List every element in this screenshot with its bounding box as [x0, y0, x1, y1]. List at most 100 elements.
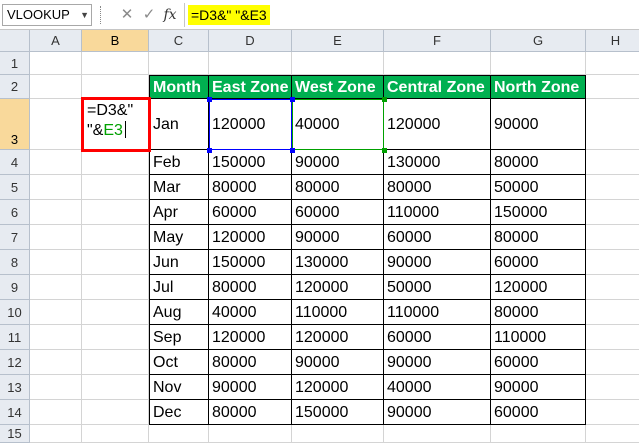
table-header-cell[interactable]: Central Zone	[384, 75, 491, 99]
row-header-2[interactable]: 2	[0, 75, 30, 99]
table-header-cell[interactable]: Month	[149, 75, 209, 99]
reference-resize-handle[interactable]	[207, 97, 212, 102]
table-cell[interactable]: 60000	[384, 325, 491, 350]
cell-a5[interactable]	[30, 175, 82, 200]
reference-resize-handle[interactable]	[290, 97, 295, 102]
cell-b10[interactable]	[82, 300, 149, 325]
table-cell[interactable]: 110000	[384, 200, 491, 225]
cancel-icon[interactable]: ✕	[118, 4, 136, 26]
cell-a11[interactable]	[30, 325, 82, 350]
cell-a6[interactable]	[30, 200, 82, 225]
cell-b11[interactable]	[82, 325, 149, 350]
cell-a7[interactable]	[30, 225, 82, 250]
cell-a14[interactable]	[30, 400, 82, 425]
cell-a4[interactable]	[30, 150, 82, 175]
table-cell[interactable]: 150000	[292, 400, 384, 425]
cell-a15[interactable]	[30, 425, 82, 443]
table-cell[interactable]: 120000	[384, 99, 491, 150]
table-header-cell[interactable]: East Zone	[209, 75, 292, 99]
cell-b5[interactable]	[82, 175, 149, 200]
cell-b4[interactable]	[82, 150, 149, 175]
table-cell[interactable]: 120000	[292, 375, 384, 400]
table-cell[interactable]: 120000	[292, 325, 384, 350]
cell-h9[interactable]	[586, 275, 639, 300]
table-header-cell[interactable]: West Zone	[292, 75, 384, 99]
table-cell[interactable]: Jun	[149, 250, 209, 275]
cell-d15[interactable]	[209, 425, 292, 443]
table-cell[interactable]: 120000	[209, 325, 292, 350]
table-header-cell[interactable]: North Zone	[491, 75, 586, 99]
row-header-7[interactable]: 7	[0, 225, 30, 250]
table-cell[interactable]: 80000	[491, 300, 586, 325]
table-cell[interactable]: 90000	[384, 400, 491, 425]
cell-g15[interactable]	[491, 425, 586, 443]
cell-h14[interactable]	[586, 400, 639, 425]
column-header-c[interactable]: C	[149, 30, 209, 52]
table-cell[interactable]: 120000	[292, 275, 384, 300]
table-cell[interactable]: 50000	[384, 275, 491, 300]
cell-a2[interactable]	[30, 75, 82, 99]
table-cell[interactable]: 110000	[384, 300, 491, 325]
cell-e1[interactable]	[292, 52, 384, 75]
cell-b6[interactable]	[82, 200, 149, 225]
table-cell[interactable]: Aug	[149, 300, 209, 325]
row-header-11[interactable]: 11	[0, 325, 30, 350]
row-header-13[interactable]: 13	[0, 375, 30, 400]
cell-b1[interactable]	[82, 52, 149, 75]
column-header-a[interactable]: A	[30, 30, 82, 52]
cell-h13[interactable]	[586, 375, 639, 400]
cell-h6[interactable]	[586, 200, 639, 225]
column-header-f[interactable]: F	[384, 30, 491, 52]
cell-h7[interactable]	[586, 225, 639, 250]
table-cell[interactable]: 150000	[491, 200, 586, 225]
cell-b14[interactable]	[82, 400, 149, 425]
row-header-3[interactable]: 3	[0, 99, 30, 150]
table-cell[interactable]: Mar	[149, 175, 209, 200]
table-cell[interactable]: 150000	[209, 150, 292, 175]
table-cell[interactable]: 40000	[384, 375, 491, 400]
table-cell[interactable]: 150000	[209, 250, 292, 275]
table-cell[interactable]: 120000	[209, 225, 292, 250]
reference-resize-handle[interactable]	[382, 97, 387, 102]
cell-b2[interactable]	[82, 75, 149, 99]
row-header-4[interactable]: 4	[0, 150, 30, 175]
cell-c1[interactable]	[149, 52, 209, 75]
table-cell[interactable]: 80000	[209, 175, 292, 200]
cell-b7[interactable]	[82, 225, 149, 250]
table-cell[interactable]: 130000	[292, 250, 384, 275]
reference-resize-handle[interactable]	[382, 148, 387, 153]
cell-a9[interactable]	[30, 275, 82, 300]
enter-icon[interactable]: ✓	[140, 4, 158, 26]
insert-function-icon[interactable]: fx	[161, 4, 179, 26]
table-cell[interactable]: 90000	[491, 99, 586, 150]
cell-d1[interactable]	[209, 52, 292, 75]
table-cell[interactable]: 60000	[491, 400, 586, 425]
table-cell[interactable]: 60000	[209, 200, 292, 225]
cell-b12[interactable]	[82, 350, 149, 375]
table-cell[interactable]: 80000	[491, 150, 586, 175]
table-cell[interactable]: Feb	[149, 150, 209, 175]
reference-resize-handle[interactable]	[290, 148, 295, 153]
table-cell[interactable]: Sep	[149, 325, 209, 350]
cell-h2[interactable]	[586, 75, 639, 99]
row-header-12[interactable]: 12	[0, 350, 30, 375]
cell-e15[interactable]	[292, 425, 384, 443]
cell-b9[interactable]	[82, 275, 149, 300]
cell-h11[interactable]	[586, 325, 639, 350]
cell-h3[interactable]	[586, 99, 639, 150]
row-header-10[interactable]: 10	[0, 300, 30, 325]
row-header-1[interactable]: 1	[0, 52, 30, 75]
table-cell[interactable]: 60000	[491, 350, 586, 375]
table-cell[interactable]: Nov	[149, 375, 209, 400]
editing-cell-b3[interactable]: =D3&" "&E3	[81, 97, 151, 152]
column-header-e[interactable]: E	[292, 30, 384, 52]
cell-h12[interactable]	[586, 350, 639, 375]
table-cell[interactable]: 60000	[491, 250, 586, 275]
table-cell[interactable]: 80000	[384, 175, 491, 200]
table-cell[interactable]: 90000	[292, 225, 384, 250]
formula-input[interactable]: =D3&" "&E3	[184, 3, 637, 27]
table-cell[interactable]: 50000	[491, 175, 586, 200]
table-cell[interactable]: 110000	[491, 325, 586, 350]
row-header-15[interactable]: 15	[0, 425, 30, 443]
name-box[interactable]: VLOOKUP ▼	[2, 4, 92, 26]
